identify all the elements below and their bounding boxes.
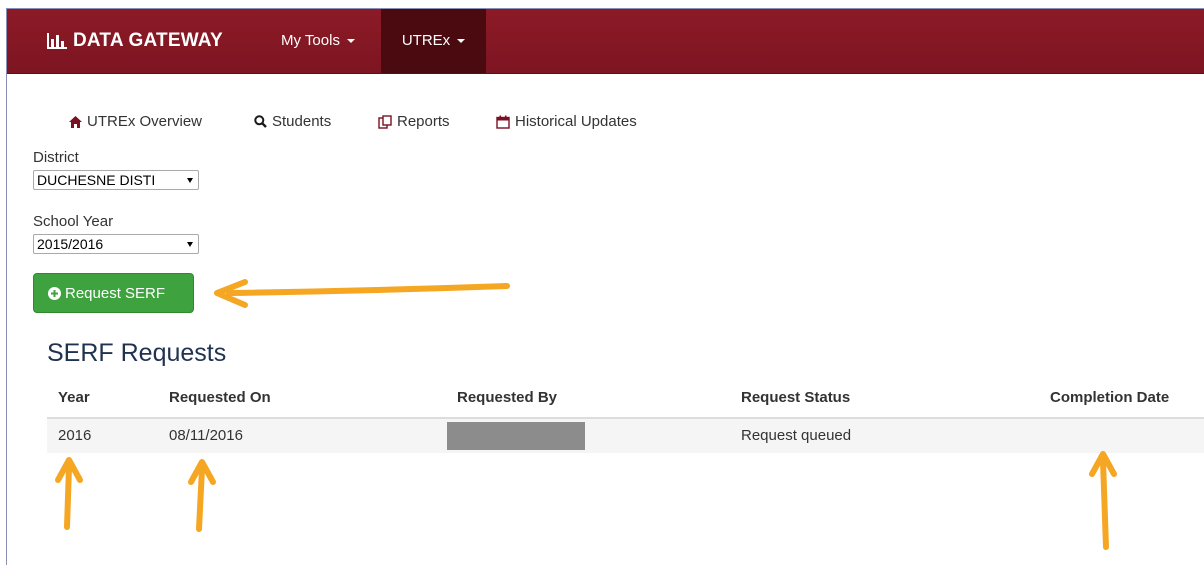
district-label: District: [33, 149, 79, 166]
search-icon: [254, 115, 267, 128]
brand-logo[interactable]: DATA GATEWAY: [47, 9, 223, 73]
dropdown-arrow-icon: [187, 178, 193, 183]
chevron-down-icon: [346, 39, 355, 44]
cell-year: 2016: [58, 427, 92, 444]
plus-circle-icon: [48, 286, 61, 300]
table-row: 2016 08/11/2016 Request queued: [47, 419, 1204, 453]
nav-utrex-label: UTREx: [401, 32, 451, 49]
tab-reports[interactable]: Reports: [378, 113, 450, 130]
request-serf-button[interactable]: Request SERF: [33, 273, 194, 313]
district-select-value: DUCHESNE DISTI: [37, 172, 156, 188]
column-header-requested-on: Requested On: [169, 389, 271, 406]
tab-utrex-overview[interactable]: UTREx Overview: [69, 113, 202, 130]
arrow-to-completion-date: [1100, 458, 1109, 550]
tab-students-label: Students: [272, 113, 332, 130]
utrex-subnav: UTREx Overview Students Reports Historic…: [7, 113, 1204, 135]
arrow-to-requested-on: [196, 466, 205, 532]
nav-my-tools-label: My Tools: [281, 32, 340, 49]
request-serf-label: Request SERF: [65, 284, 166, 302]
bar-chart-icon: [47, 33, 67, 49]
column-header-request-status: Request Status: [741, 389, 851, 406]
redacted-requested-by: [447, 422, 585, 450]
cell-requested-on: 08/11/2016: [169, 427, 243, 444]
column-header-completion-date: Completion Date: [1050, 389, 1170, 406]
district-select[interactable]: DUCHESNE DISTI: [33, 170, 199, 190]
dropdown-arrow-icon: [187, 242, 193, 247]
brand-name: DATA GATEWAY: [73, 30, 223, 51]
tab-utrex-overview-label: UTREx Overview: [87, 113, 203, 130]
nav-utrex-dropdown[interactable]: UTREx: [381, 9, 486, 73]
school-year-label: School Year: [33, 213, 114, 230]
top-navbar: DATA GATEWAY My Tools UTREx: [7, 9, 1204, 74]
column-header-year: Year: [58, 389, 90, 406]
chevron-down-icon: [457, 39, 466, 44]
tab-students[interactable]: Students: [254, 113, 331, 130]
tab-historical-updates[interactable]: Historical Updates: [496, 113, 637, 130]
home-icon: [69, 115, 82, 128]
column-header-requested-by: Requested By: [457, 389, 558, 406]
browser-viewport: DATA GATEWAY My Tools UTREx UTREx Overvi…: [6, 8, 1204, 565]
arrow-to-request-button: [226, 283, 510, 296]
table-header: Year Requested On Requested By Request S…: [47, 385, 1204, 419]
arrow-to-year: [64, 464, 72, 530]
serf-requests-title: SERF Requests: [47, 339, 227, 367]
school-year-select[interactable]: 2015/2016: [33, 234, 199, 254]
copy-icon: [378, 114, 392, 129]
nav-my-tools-dropdown[interactable]: My Tools: [263, 9, 373, 73]
cell-request-status: Request queued: [741, 427, 852, 444]
school-year-select-value: 2015/2016: [37, 236, 104, 252]
calendar-icon: [496, 115, 510, 129]
tab-reports-label: Reports: [397, 113, 450, 130]
tab-historical-updates-label: Historical Updates: [515, 113, 637, 130]
